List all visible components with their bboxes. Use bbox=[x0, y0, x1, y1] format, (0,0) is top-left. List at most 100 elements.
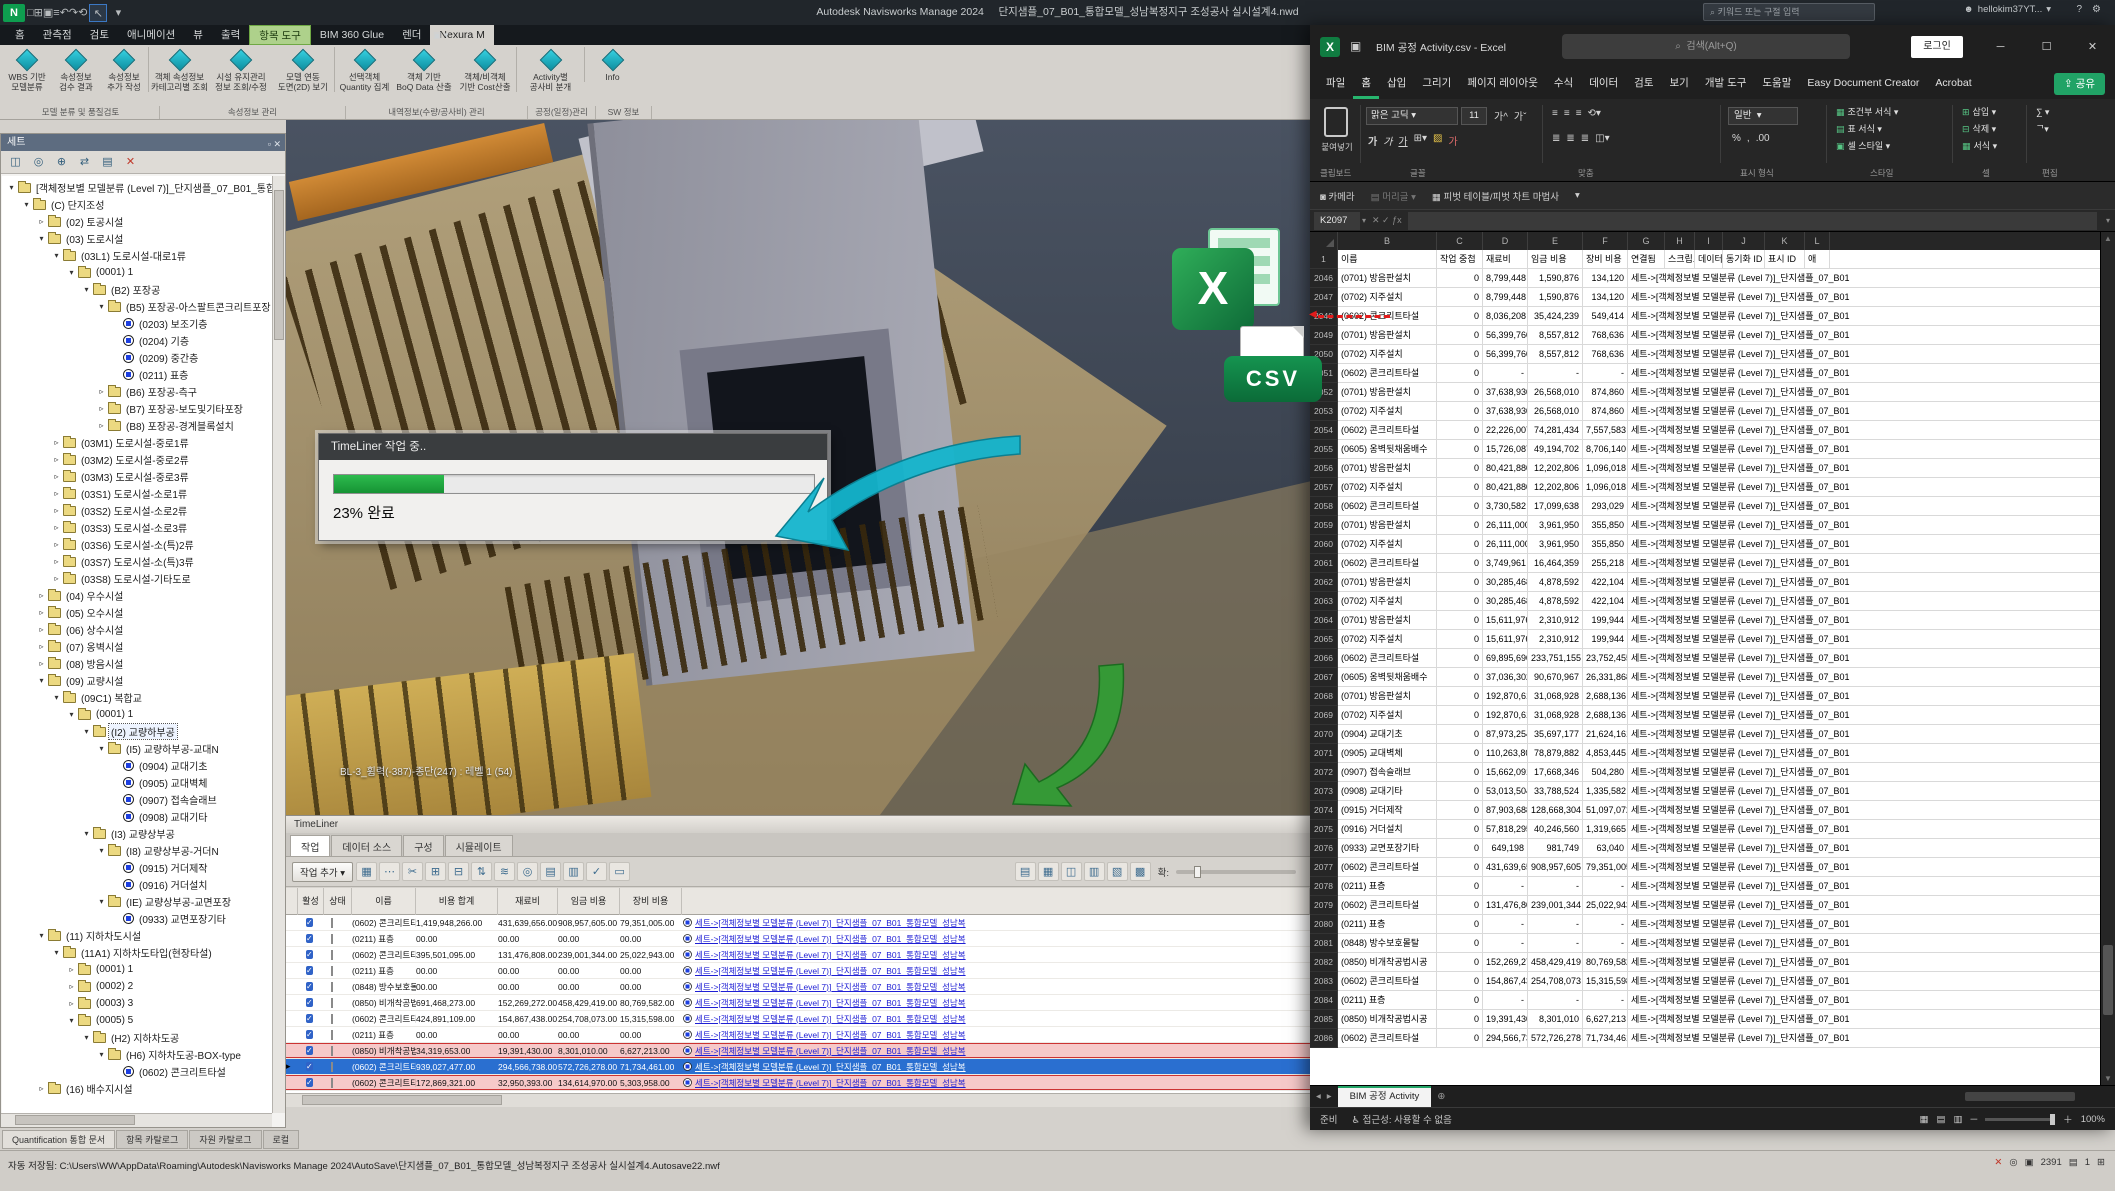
cell-material-cost[interactable]: 294,566,738 bbox=[1483, 1029, 1528, 1048]
cell-equipment-cost[interactable]: - bbox=[1583, 934, 1628, 953]
cell-name[interactable]: (0602) 콘크리트타설 bbox=[1338, 858, 1437, 877]
cell-labor-cost[interactable]: 31,068,928 bbox=[1528, 706, 1583, 725]
cell-material-cost[interactable]: 19,391,430 bbox=[1483, 1010, 1528, 1029]
tree-item[interactable]: (0905) 교대벽체 bbox=[2, 774, 272, 791]
cell-attached-set[interactable]: 세트->[객체정보별 모델분류 (Level 7)]_단지샘플_07_B01 bbox=[1628, 630, 2100, 649]
cell-overlap[interactable]: 0 bbox=[1437, 763, 1483, 782]
ribbon-tab[interactable]: 홈 bbox=[6, 25, 34, 45]
minimize-button[interactable]: ─ bbox=[1978, 25, 2023, 69]
cell-overlap[interactable]: 0 bbox=[1437, 307, 1483, 326]
cell-labor-cost[interactable]: 78,879,882 bbox=[1528, 744, 1583, 763]
share-button[interactable]: ⇪ 공유 bbox=[2054, 73, 2105, 95]
tree-item[interactable]: ▹ (0003) 3 bbox=[2, 995, 272, 1012]
number-icons[interactable]: %,.00 bbox=[1732, 133, 1770, 144]
cell-attached-set[interactable]: 세트->[객체정보별 모델분류 (Level 7)]_단지샘플_07_B01 bbox=[1628, 877, 2100, 896]
cell-material-cost[interactable]: 15,611,976 bbox=[1483, 611, 1528, 630]
cell-name[interactable]: (0916) 거더설치 bbox=[1338, 820, 1437, 839]
pivot-wizard-button[interactable]: ▦ 피벗 테이블/피벗 차트 마법사 bbox=[1432, 189, 1559, 203]
cell-name[interactable]: (0701) 방음판설치 bbox=[1338, 687, 1437, 706]
cell-labor-cost[interactable]: 40,246,560 bbox=[1528, 820, 1583, 839]
tree-item[interactable]: ▾ (I5) 교량하부공-교대N bbox=[2, 740, 272, 757]
cell-attached-set[interactable]: 세트->[객체정보별 모델분류 (Level 7)]_단지샘플_07_B01 bbox=[1628, 440, 2100, 459]
tree-item[interactable]: ▹ (03S2) 도로시설-소로2류 bbox=[2, 502, 272, 519]
header-cell[interactable]: 표시 ID bbox=[1765, 250, 1805, 269]
cell-attached-set[interactable]: 세트->[객체정보별 모델분류 (Level 7)]_단지샘플_07_B01 bbox=[1628, 478, 2100, 497]
tree-item[interactable]: ▹ (02) 토공시설 bbox=[2, 213, 272, 230]
cell-labor-cost[interactable]: 8,557,812 bbox=[1528, 326, 1583, 345]
ribbon-button[interactable]: Activity별 공사비 분개 bbox=[516, 47, 584, 92]
cell-labor-cost[interactable]: 17,099,638 bbox=[1528, 497, 1583, 516]
expand-icon[interactable]: ▹ bbox=[66, 982, 77, 991]
cell-overlap[interactable]: 0 bbox=[1437, 801, 1483, 820]
sets-tool-button[interactable]: ◫ bbox=[6, 153, 25, 171]
excel-ribbon-tab[interactable]: 개발 도구 bbox=[1697, 69, 1755, 99]
timeliner-task-row[interactable]: (0211) 표층 00.00 00.00 00.00 00.00 세트->[객… bbox=[286, 963, 1310, 979]
tree-item[interactable]: ▾ (C) 단지조성 bbox=[2, 196, 272, 213]
cell-equipment-cost[interactable]: 422,104 bbox=[1583, 592, 1628, 611]
cell-attached-set[interactable]: 세트->[객체정보별 모델분류 (Level 7)]_단지샘플_07_B01 bbox=[1628, 326, 2100, 345]
cell-labor-cost[interactable]: 35,424,239 bbox=[1528, 307, 1583, 326]
cell-material-cost[interactable]: 192,870,612 bbox=[1483, 687, 1528, 706]
cell-overlap[interactable]: 0 bbox=[1437, 269, 1483, 288]
cell-overlap[interactable]: 0 bbox=[1437, 611, 1483, 630]
cell-name[interactable]: (0702) 지주설치 bbox=[1338, 706, 1437, 725]
cell-equipment-cost[interactable]: 51,097,072 bbox=[1583, 801, 1628, 820]
tree-item[interactable]: ▾ [객체정보별 모델분류 (Level 7)]_단지샘플_07_B01_통합모… bbox=[2, 179, 272, 196]
add-sheet-icon[interactable]: ⊕ bbox=[1437, 1091, 1445, 1102]
row-header[interactable]: 2057 bbox=[1310, 478, 1338, 497]
font-size-select[interactable]: 11 bbox=[1461, 107, 1487, 125]
timeliner-task-row[interactable]: (0602) 콘크리트타설 172,869,321.00 32,950,393.… bbox=[286, 1075, 1310, 1091]
cell-name[interactable]: (0702) 지주설치 bbox=[1338, 630, 1437, 649]
cell-labor-cost[interactable]: 33,788,524 bbox=[1528, 782, 1583, 801]
tree-item[interactable]: ▾ (0001) 1 bbox=[2, 706, 272, 723]
cell-equipment-cost[interactable]: 355,850 bbox=[1583, 535, 1628, 554]
attached-set-link[interactable]: 세트->[객체정보별 모델분류 (Level 7)]_단지샘플_07_B01_통… bbox=[695, 1029, 966, 1041]
excel-ribbon-tab[interactable]: 페이지 레이아웃 bbox=[1459, 69, 1546, 99]
row-header[interactable]: 2047 bbox=[1310, 288, 1338, 307]
cell-material-cost[interactable]: - bbox=[1483, 934, 1528, 953]
cell-overlap[interactable]: 0 bbox=[1437, 782, 1483, 801]
excel-ribbon-tab[interactable]: 검토 bbox=[1626, 69, 1661, 99]
expand-icon[interactable]: ▾ bbox=[36, 676, 47, 685]
cell-overlap[interactable]: 0 bbox=[1437, 744, 1483, 763]
tree-item[interactable]: (0933) 교면포장기타 bbox=[2, 910, 272, 927]
expand-icon[interactable]: ▹ bbox=[51, 523, 62, 532]
cell-labor-cost[interactable]: 90,670,967 bbox=[1528, 668, 1583, 687]
cell-equipment-cost[interactable]: 422,104 bbox=[1583, 573, 1628, 592]
cell-labor-cost[interactable]: 254,708,073 bbox=[1528, 972, 1583, 991]
column-header[interactable]: C bbox=[1437, 232, 1483, 250]
cell-overlap[interactable]: 0 bbox=[1437, 668, 1483, 687]
sheet-nav-right-icon[interactable]: ▸ bbox=[1327, 1091, 1332, 1102]
cell-equipment-cost[interactable]: 4,853,445 bbox=[1583, 744, 1628, 763]
name-box-dropdown-icon[interactable]: ▾ bbox=[1362, 216, 1366, 225]
cell-equipment-cost[interactable]: - bbox=[1583, 877, 1628, 896]
cell-equipment-cost[interactable]: 15,315,598 bbox=[1583, 972, 1628, 991]
cell-material-cost[interactable]: 8,799,448 bbox=[1483, 288, 1528, 307]
cell-attached-set[interactable]: 세트->[객체정보별 모델분류 (Level 7)]_단지샘플_07_B01 bbox=[1628, 402, 2100, 421]
qat-button[interactable]: ⟲ bbox=[78, 7, 87, 19]
cell-material-cost[interactable]: 37,638,930 bbox=[1483, 402, 1528, 421]
timeliner-horizontal-scrollbar[interactable] bbox=[286, 1093, 1310, 1107]
cell-attached-set[interactable]: 세트->[객체정보별 모델분류 (Level 7)]_단지샘플_07_B01 bbox=[1628, 497, 2100, 516]
timeliner-zoom-slider[interactable] bbox=[1176, 870, 1296, 874]
tree-item[interactable]: ▹ (16) 배수지시설 bbox=[2, 1080, 272, 1097]
cell-equipment-cost[interactable]: 134,120 bbox=[1583, 288, 1628, 307]
sets-tool-button[interactable]: ⊕ bbox=[52, 153, 71, 171]
task-active-checkbox[interactable] bbox=[306, 1030, 313, 1039]
cell-overlap[interactable]: 0 bbox=[1437, 535, 1483, 554]
tree-item[interactable]: (0204) 기층 bbox=[2, 332, 272, 349]
excel-horizontal-scrollbar[interactable] bbox=[1965, 1092, 2075, 1101]
timeliner-view-button[interactable]: ▩ bbox=[1130, 862, 1151, 881]
tree-item[interactable]: ▾ (I3) 교량상부공 bbox=[2, 825, 272, 842]
page-break-view-icon[interactable]: ▥ bbox=[1953, 1114, 1962, 1125]
cell-equipment-cost[interactable]: 255,218 bbox=[1583, 554, 1628, 573]
task-active-checkbox[interactable] bbox=[306, 950, 313, 959]
cell-material-cost[interactable]: 192,870,612 bbox=[1483, 706, 1528, 725]
header-cell[interactable]: 이름 bbox=[1338, 250, 1437, 269]
cell-material-cost[interactable]: 15,662,091 bbox=[1483, 763, 1528, 782]
expand-icon[interactable]: ▹ bbox=[36, 608, 47, 617]
expand-icon[interactable]: ▾ bbox=[96, 897, 107, 906]
cell-name[interactable]: (0702) 지주설치 bbox=[1338, 478, 1437, 497]
delete-cells-button[interactable]: ⊟삭제 ▾ bbox=[1962, 121, 1996, 137]
cell-attached-set[interactable]: 세트->[객체정보별 모델분류 (Level 7)]_단지샘플_07_B01 bbox=[1628, 782, 2100, 801]
